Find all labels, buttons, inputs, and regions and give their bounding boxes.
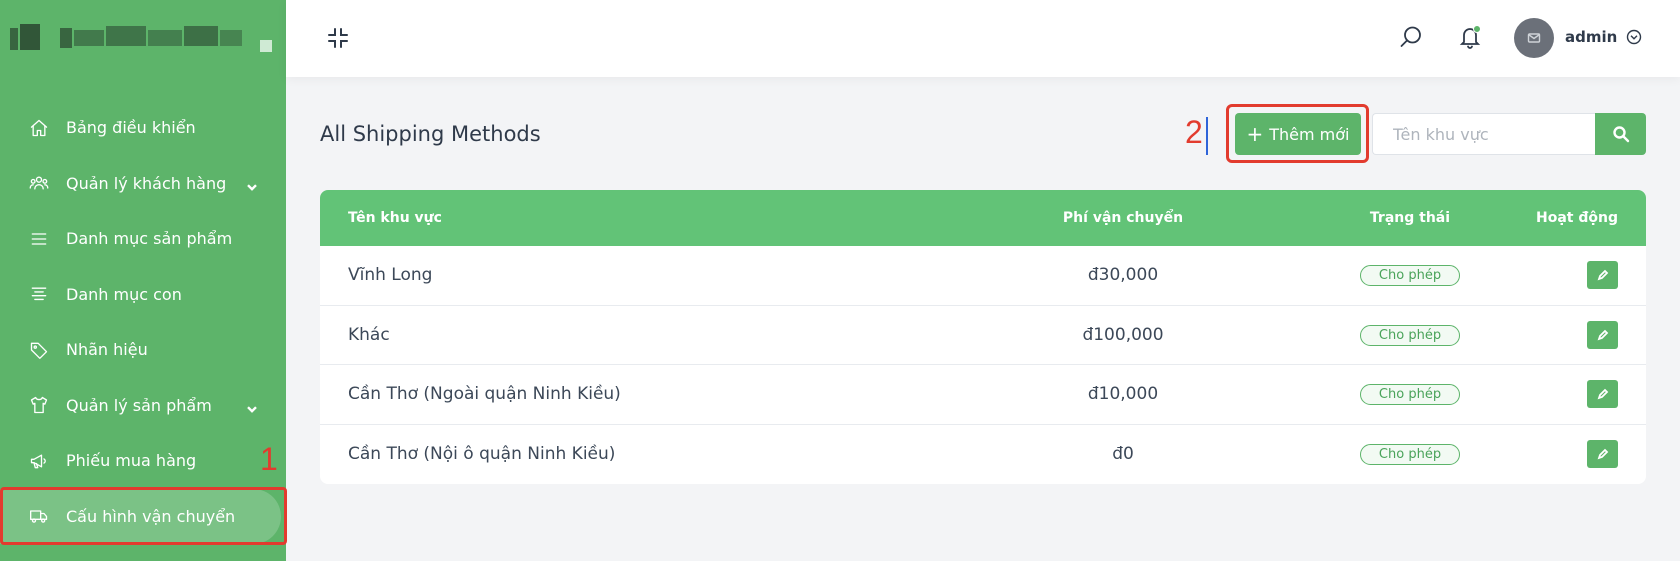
edit-button[interactable] xyxy=(1587,380,1618,409)
annotation-box-1 xyxy=(0,487,287,545)
row-name: Cần Thơ (Nội ô quận Ninh Kiều) xyxy=(348,444,616,465)
shipping-methods-table: Tên khu vực Phí vận chuyển Trạng thái Ho… xyxy=(320,190,1646,484)
header-status: Trạng thái xyxy=(1369,210,1451,226)
search-icon xyxy=(1612,126,1629,143)
sidebar-item-label: Phiếu mua hàng xyxy=(66,451,197,471)
status-badge: Cho phép xyxy=(1359,324,1461,346)
sidebar-item-label: Danh mục sản phẩm xyxy=(66,229,233,249)
users-icon xyxy=(28,172,50,194)
table-row: Khác đ100,000 Cho phép xyxy=(320,306,1646,365)
sidebar-item-product-categories[interactable]: Danh mục sản phẩm xyxy=(0,211,286,267)
megaphone-icon xyxy=(28,450,50,472)
logo[interactable] xyxy=(10,24,275,56)
add-new-button[interactable]: + Thêm mới xyxy=(1235,113,1361,155)
pencil-icon xyxy=(1597,329,1608,341)
sidebar-item-customers[interactable]: Quản lý khách hàng xyxy=(0,156,286,212)
collapse-icon[interactable] xyxy=(326,26,350,50)
search-icon[interactable] xyxy=(1398,24,1424,50)
row-name: Vĩnh Long xyxy=(348,265,433,286)
search-button[interactable] xyxy=(1595,113,1646,155)
menu-icon xyxy=(28,228,50,250)
table-row: Cần Thơ (Nội ô quận Ninh Kiều) đ0 Cho ph… xyxy=(320,425,1646,485)
pencil-icon xyxy=(1597,388,1608,400)
status-badge: Cho phép xyxy=(1359,444,1461,466)
row-fee: đ0 xyxy=(1112,444,1134,465)
annotation-number-1: 1 xyxy=(260,441,278,477)
row-fee: đ100,000 xyxy=(1082,324,1164,345)
table-row: Cần Thơ (Ngoài quận Ninh Kiều) đ10,000 C… xyxy=(320,365,1646,425)
tag-icon xyxy=(28,339,50,361)
status-badge: Cho phép xyxy=(1359,384,1461,406)
avatar[interactable] xyxy=(1514,18,1554,58)
mail-icon xyxy=(1527,33,1541,43)
sidebar: Bảng điều khiển Quản lý khách hàng Danh … xyxy=(0,0,286,561)
add-new-label: Thêm mới xyxy=(1269,124,1350,144)
align-center-icon xyxy=(28,283,50,305)
header-fee: Phí vận chuyển xyxy=(1062,210,1184,226)
search-input[interactable] xyxy=(1372,113,1595,155)
edit-button[interactable] xyxy=(1587,261,1618,290)
row-fee: đ10,000 xyxy=(1087,384,1159,405)
row-fee: đ30,000 xyxy=(1087,265,1159,286)
shirt-icon xyxy=(28,394,50,416)
sidebar-item-products[interactable]: Quản lý sản phẩm xyxy=(0,378,286,434)
header-action: Hoạt động xyxy=(1536,210,1618,226)
username[interactable]: admin xyxy=(1565,28,1617,46)
sidebar-item-label: Quản lý khách hàng xyxy=(66,173,227,193)
sidebar-item-subcategories[interactable]: Danh mục con xyxy=(0,267,286,323)
chevron-down-icon xyxy=(246,178,258,192)
sidebar-item-label: Danh mục con xyxy=(66,284,182,304)
sidebar-item-label: Nhãn hiệu xyxy=(66,340,148,360)
notification-dot xyxy=(1473,25,1481,33)
text-cursor xyxy=(1206,117,1208,155)
status-badge: Cho phép xyxy=(1359,265,1461,287)
edit-button[interactable] xyxy=(1587,320,1618,349)
sidebar-item-vouchers[interactable]: Phiếu mua hàng xyxy=(0,433,286,489)
topbar: admin xyxy=(286,0,1680,77)
page-title: All Shipping Methods xyxy=(320,122,541,146)
plus-icon: + xyxy=(1246,122,1264,146)
pencil-icon xyxy=(1597,269,1608,281)
sidebar-item-brands[interactable]: Nhãn hiệu xyxy=(0,322,286,378)
annotation-number-2: 2 xyxy=(1185,114,1203,150)
chevron-down-icon xyxy=(246,400,258,414)
row-name: Cần Thơ (Ngoài quận Ninh Kiều) xyxy=(348,384,621,405)
home-icon xyxy=(28,117,50,139)
sidebar-nav: Bảng điều khiển Quản lý khách hàng Danh … xyxy=(0,100,286,544)
pencil-icon xyxy=(1597,448,1608,460)
table-row: Vĩnh Long đ30,000 Cho phép xyxy=(320,246,1646,306)
chevron-down-circle-icon[interactable] xyxy=(1626,29,1642,45)
header-name: Tên khu vực xyxy=(348,210,442,226)
bell-icon[interactable] xyxy=(1457,24,1483,50)
sidebar-item-dashboard[interactable]: Bảng điều khiển xyxy=(0,100,286,156)
row-name: Khác xyxy=(348,324,390,345)
sidebar-item-label: Bảng điều khiển xyxy=(66,118,196,138)
sidebar-item-label: Quản lý sản phẩm xyxy=(66,395,212,415)
edit-button[interactable] xyxy=(1587,440,1618,469)
table-header: Tên khu vực Phí vận chuyển Trạng thái Ho… xyxy=(320,190,1646,246)
